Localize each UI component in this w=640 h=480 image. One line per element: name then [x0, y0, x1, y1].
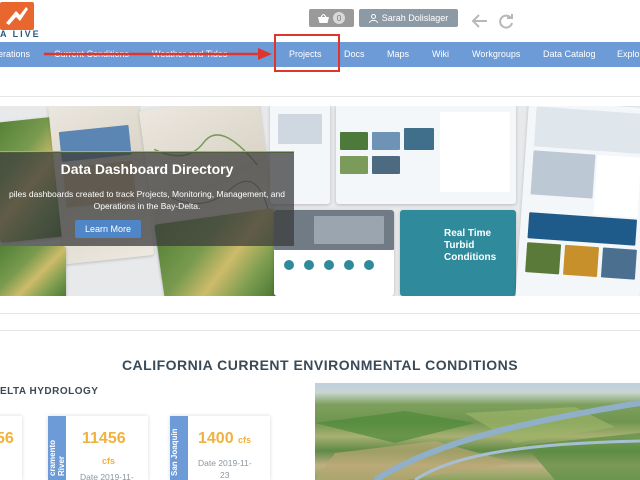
annotation-highlight-box [274, 34, 340, 72]
aerial-fields [315, 400, 640, 480]
flow-date: Date 2019-11- [80, 472, 134, 480]
icon-row [284, 260, 374, 270]
flow-value: 11456 [82, 430, 126, 447]
flow-unit: cfs [238, 435, 252, 445]
hero-description: piles dashboards created to track Projec… [0, 188, 294, 212]
divider [0, 313, 640, 314]
flow-value: 56 [0, 430, 14, 447]
flow-reading: 1400 cfs [198, 430, 251, 448]
flow-unit: cfs [102, 456, 116, 466]
learn-more-button[interactable]: Learn More [75, 220, 141, 238]
flow-value: 1400 [198, 430, 234, 447]
hero-description-line-1: piles dashboards created to track Projec… [9, 189, 285, 199]
conditions-section-title: CALIFORNIA CURRENT ENVIRONMENTAL CONDITI… [121, 357, 519, 373]
delta-aerial-photo [315, 383, 640, 480]
hero-description-line-2: Operations in the Bay-Delta. [93, 201, 201, 211]
dashboard-thumbnail [515, 106, 640, 296]
flow-date-continued: 23 [220, 470, 230, 480]
dashboard-map-thumbnail [0, 246, 66, 296]
divider [0, 330, 640, 331]
divider [0, 96, 640, 97]
card-tab-label: cramento River [48, 416, 66, 480]
hydrology-subtitle: ELTA HYDROLOGY [0, 386, 99, 397]
hydrology-card: 56 [0, 416, 22, 480]
hydrology-card-sacramento: cramento River 11456 cfs Date 2019-11- [48, 416, 148, 480]
hydrology-card-san-joaquin: San Joaquin 1400 cfs Date 2019-11- 23 [170, 416, 270, 480]
card-tab-label: San Joaquin [170, 416, 188, 480]
turbidity-dashboard-thumbnail: Real Time Turbid Conditions [400, 210, 516, 296]
hero-title: Data Dashboard Directory [60, 161, 234, 177]
flow-date: Date 2019-11- [198, 458, 252, 468]
dashboard-thumbnail [336, 106, 516, 204]
thumbnail-title: Real Time Turbid Conditions [444, 228, 497, 263]
